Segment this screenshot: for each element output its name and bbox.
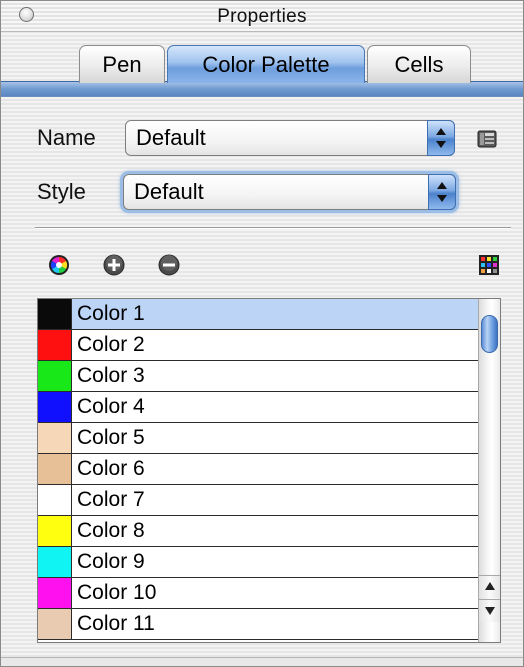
name-popup-value: Default [136,125,206,150]
color-swatch[interactable] [38,423,72,453]
scroll-thumb[interactable] [481,315,498,353]
style-label: Style [37,179,86,204]
color-list-rows: Color 1 Color 2 Color 3 Color 4 Color 5 Color… [38,299,478,640]
style-popup-value: Default [134,179,204,204]
palette-library-icon[interactable] [475,127,501,151]
color-swatch[interactable] [38,485,72,515]
color-list-item[interactable]: Color 8 [38,516,478,547]
color-wheel-icon[interactable] [47,253,71,277]
color-list-item[interactable]: Color 1 [38,299,478,330]
color-list-item[interactable]: Color 9 [38,547,478,578]
properties-window: Properties Pen Color Palette Cells Name … [0,0,524,667]
vertical-scrollbar[interactable] [478,299,500,642]
color-list-item[interactable]: Color 11 [38,609,478,640]
color-item-label: Color 11 [77,612,155,635]
color-list-item[interactable]: Color 5 [38,423,478,454]
color-item-label: Color 1 [77,302,145,325]
remove-icon[interactable] [157,253,181,277]
color-item-label: Color 9 [77,550,145,573]
color-list-item[interactable]: Color 2 [38,330,478,361]
tab-pen[interactable]: Pen [79,45,165,83]
color-swatch[interactable] [38,609,72,639]
color-item-label: Color 6 [77,457,145,480]
color-list-item[interactable]: Color 3 [38,361,478,392]
color-item-label: Color 8 [77,519,145,542]
color-list-item[interactable]: Color 6 [38,454,478,485]
color-item-label: Color 2 [77,333,145,356]
color-item-label: Color 5 [77,426,145,449]
color-list[interactable]: Color 1 Color 2 Color 3 Color 4 Color 5 Color… [37,298,501,643]
separator [35,227,511,229]
name-popup[interactable]: Default [125,120,455,156]
name-label: Name [37,125,96,150]
tab-cells[interactable]: Cells [367,45,471,83]
color-swatch[interactable] [38,392,72,422]
color-item-label: Color 4 [77,395,145,418]
color-swatch[interactable] [38,547,72,577]
color-list-item[interactable]: Color 10 [38,578,478,609]
color-item-label: Color 10 [77,581,157,604]
color-swatch[interactable] [38,299,72,329]
color-swatch[interactable] [38,454,72,484]
color-item-label: Color 3 [77,364,145,387]
color-item-label: Color 7 [77,488,145,511]
name-popup-arrows-icon[interactable] [427,120,455,156]
style-popup[interactable]: Default [123,174,456,210]
color-swatch[interactable] [38,516,72,546]
scroll-up-arrow-icon[interactable] [479,575,500,598]
palette-grid-icon[interactable] [477,253,501,277]
window-bottom-edge [1,657,523,666]
window-title: Properties [217,6,307,27]
title-bar[interactable]: Properties [1,1,523,32]
color-swatch[interactable] [38,361,72,391]
color-swatch[interactable] [38,330,72,360]
color-list-item[interactable]: Color 4 [38,392,478,423]
color-list-item[interactable]: Color 7 [38,485,478,516]
scroll-down-arrow-icon[interactable] [479,599,500,622]
style-popup-arrows-icon[interactable] [428,174,456,210]
tab-color-palette[interactable]: Color Palette [167,45,365,83]
color-swatch[interactable] [38,578,72,608]
add-icon[interactable] [102,253,126,277]
